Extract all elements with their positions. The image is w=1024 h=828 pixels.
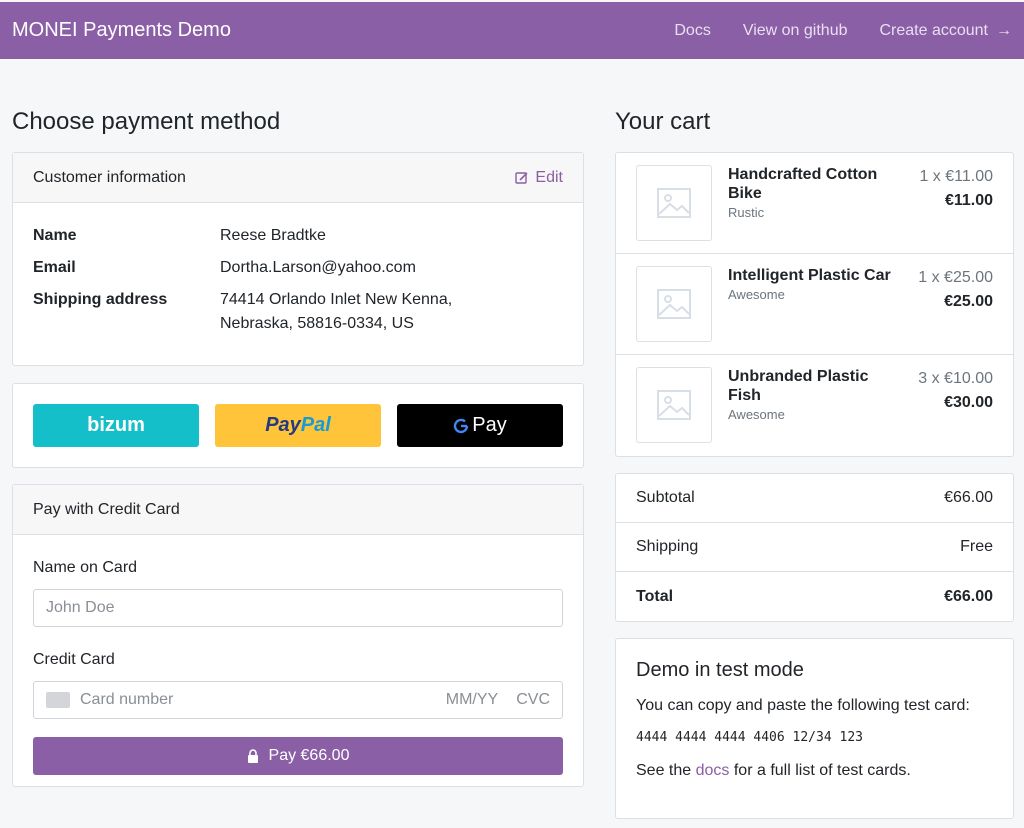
bizum-button[interactable]: bizum: [33, 404, 199, 447]
demo-text: You can copy and paste the following tes…: [636, 697, 970, 714]
pay-button[interactable]: Pay €66.00: [33, 737, 563, 775]
shipping-value: Free: [960, 538, 993, 555]
pay-label: Pay €66.00: [268, 747, 350, 764]
create-account-label: Create account: [879, 21, 988, 39]
product-line-total: €25.00: [944, 293, 993, 310]
shipping-row: Shipping Free: [616, 523, 1013, 572]
order-totals-card: Subtotal €66.00 Shipping Free Total €66.…: [615, 473, 1014, 622]
product-quantity: 3 x €10.00: [918, 370, 993, 387]
paypal-button[interactable]: Pay Pal: [215, 404, 381, 447]
nav-docs-link[interactable]: Docs: [674, 22, 710, 40]
shipping-label: Shipping: [636, 538, 699, 555]
info-row-address: Shipping address 74414 Orlando Inlet New…: [33, 288, 563, 336]
credit-card-label: Credit Card: [33, 651, 115, 668]
subtotal-value: €66.00: [944, 489, 993, 506]
customer-info-card: Customer information Edit Name Reese Bra…: [12, 152, 584, 366]
info-row-email: Email Dortha.Larson@yahoo.com: [33, 256, 563, 280]
product-line-total: €30.00: [944, 394, 993, 411]
arrow-right-icon: →: [996, 21, 1012, 39]
page-title: Choose payment method: [12, 108, 281, 135]
cart-column: Your cart Handcrafted Cotton Bike Rustic…: [615, 106, 1014, 819]
paypal-logo-pal: Pal: [300, 414, 331, 436]
cart-item: Unbranded Plastic Fish Awesome 3 x €10.0…: [616, 355, 1013, 456]
credit-card-icon: [46, 692, 70, 708]
customer-info-body: Name Reese Bradtke Email Dortha.Larson@y…: [13, 203, 583, 365]
image-icon: [657, 390, 691, 420]
customer-info-header: Customer information Edit: [13, 153, 583, 203]
product-name: Handcrafted Cotton Bike: [728, 166, 878, 202]
product-quantity: 1 x €11.00: [919, 168, 993, 185]
name-on-card-input[interactable]: John Doe: [33, 589, 563, 627]
google-pay-button[interactable]: Pay: [397, 404, 563, 447]
product-image-placeholder: [636, 165, 712, 241]
credit-card-title: Pay with Credit Card: [33, 500, 180, 518]
product-subtitle: Awesome: [728, 287, 785, 302]
payment-column: Choose payment method Customer informati…: [12, 106, 584, 787]
customer-info-title: Customer information: [33, 168, 186, 186]
product-line-total: €11.00: [944, 192, 993, 209]
total-row: Total €66.00: [616, 572, 1013, 621]
demo-title: Demo in test mode: [636, 659, 804, 681]
subtotal-label: Subtotal: [636, 489, 695, 506]
total-label: Total: [636, 587, 674, 605]
edit-label: Edit: [535, 168, 563, 186]
demo-see: See the: [636, 762, 692, 779]
card-extra-fields: MM/YY CVC: [446, 691, 550, 709]
wallet-buttons-card: bizum Pay Pal Pay: [12, 383, 584, 468]
brand-title[interactable]: MONEI Payments Demo: [12, 19, 231, 42]
product-quantity: 1 x €25.00: [918, 269, 993, 286]
info-row-name: Name Reese Bradtke: [33, 224, 563, 248]
product-image-placeholder: [636, 367, 712, 443]
cvc-input[interactable]: CVC: [516, 691, 550, 709]
edit-icon: [515, 171, 528, 184]
card-number-input[interactable]: Card number MM/YY CVC: [33, 681, 563, 719]
name-label: Name: [33, 227, 77, 244]
top-navbar: MONEI Payments Demo Docs View on github …: [0, 2, 1024, 59]
name-value: Reese Bradtke: [220, 227, 326, 244]
google-g-icon: [454, 418, 469, 433]
credit-card-form: Pay with Credit Card Name on Card John D…: [12, 484, 584, 787]
nav-create-account-link[interactable]: Create account →: [879, 22, 1012, 40]
cart-item: Handcrafted Cotton Bike Rustic 1 x €11.0…: [616, 153, 1013, 254]
lock-icon: [247, 749, 258, 763]
cart-title: Your cart: [615, 108, 711, 135]
name-on-card-placeholder: John Doe: [46, 599, 115, 616]
product-subtitle: Awesome: [728, 407, 785, 422]
name-on-card-label: Name on Card: [33, 559, 138, 576]
cart-item: Intelligent Plastic Car Awesome 1 x €25.…: [616, 254, 1013, 355]
product-image-placeholder: [636, 266, 712, 342]
card-number-placeholder: Card number: [80, 691, 174, 708]
demo-mode-card: Demo in test mode You can copy and paste…: [615, 638, 1014, 819]
test-card-number: 4444 4444 4444 4406 12/34 123: [636, 730, 863, 745]
paypal-logo-pay: Pay: [265, 414, 301, 436]
address-label: Shipping address: [33, 291, 168, 308]
address-value: 74414 Orlando Inlet New Kenna, Nebraska,…: [220, 291, 453, 332]
demo-rest: for a full list of test cards.: [733, 762, 911, 779]
email-value: Dortha.Larson@yahoo.com: [220, 259, 416, 276]
docs-link[interactable]: docs: [696, 762, 730, 779]
subtotal-row: Subtotal €66.00: [616, 474, 1013, 523]
edit-button[interactable]: Edit: [515, 169, 563, 187]
email-label: Email: [33, 259, 76, 276]
expiry-input[interactable]: MM/YY: [446, 691, 498, 709]
product-name: Intelligent Plastic Car: [728, 267, 891, 284]
image-icon: [657, 188, 691, 218]
bizum-logo: bizum: [87, 414, 145, 436]
cart-items-card: Handcrafted Cotton Bike Rustic 1 x €11.0…: [615, 152, 1014, 457]
demo-footer: See the docs for a full list of test car…: [636, 759, 993, 783]
product-name: Unbranded Plastic Fish: [728, 368, 869, 404]
nav-github-link[interactable]: View on github: [743, 22, 848, 40]
total-value: €66.00: [944, 587, 993, 605]
nav-links: Docs View on github Create account →: [642, 22, 1012, 40]
credit-card-header: Pay with Credit Card: [13, 485, 583, 535]
product-subtitle: Rustic: [728, 205, 765, 220]
google-pay-label: Pay: [472, 414, 507, 436]
credit-card-body: Name on Card John Doe Credit Card Card n…: [13, 559, 583, 775]
image-icon: [657, 289, 691, 319]
